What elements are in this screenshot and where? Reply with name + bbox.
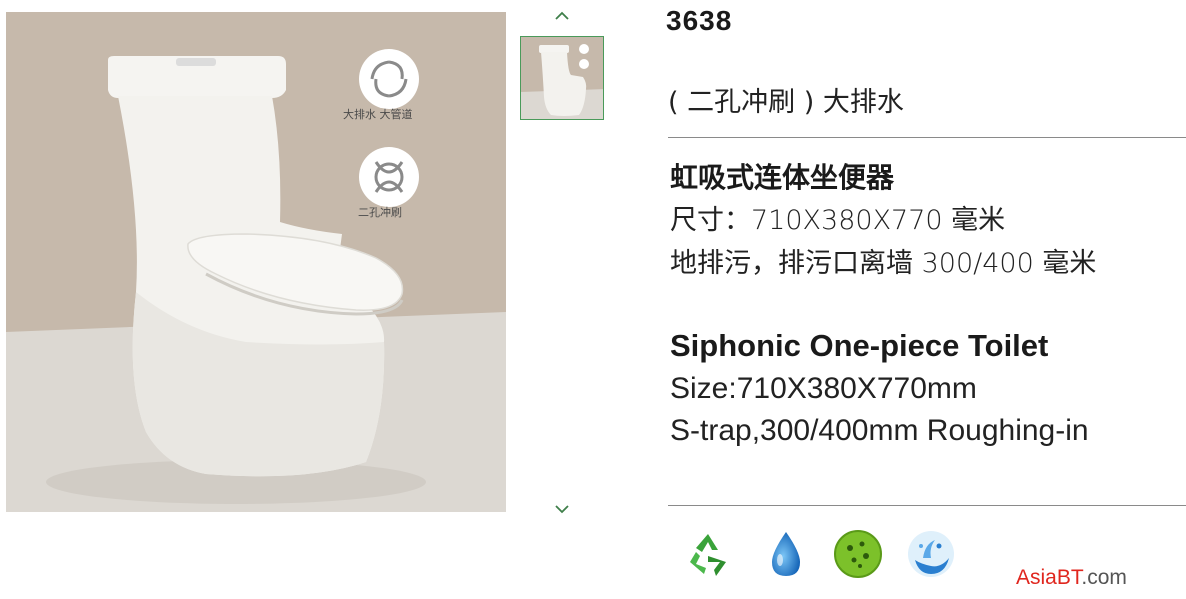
product-title-en: Siphonic One-piece Toilet [670,328,1049,363]
badge-dual-flush-caption: 二孔冲刷 [358,206,402,219]
chevron-up-icon [555,11,569,20]
gallery-down-button[interactable] [552,502,572,516]
size-cn: 尺寸：710X380X770 毫米 [670,205,1006,236]
model-number: 3638 [666,5,733,36]
divider-top [668,137,1186,138]
gallery-thumbnail[interactable] [520,36,604,120]
chevron-down-icon [555,505,569,514]
product-subtitle: ( 二孔冲刷 ) 大排水 [668,87,904,118]
toilet-illustration [6,12,506,512]
water-drop-icon [772,532,800,576]
badge-large-drain-caption: 大排水 大管道 [343,108,413,121]
thumbnail-image [521,37,603,119]
brand-logo[interactable]: AsiaBT.com [1016,566,1127,590]
gallery-up-button[interactable] [552,9,572,23]
trap-en: S-trap,300/400mm Roughing-in [670,414,1089,447]
brand-domain: .com [1081,566,1127,589]
product-title-cn: 虹吸式连体坐便器 [670,161,895,194]
size-en: Size:710X380X770mm [670,372,977,405]
divider-bottom [668,505,1186,506]
main-product-image: 大排水 大管道 二孔冲刷 [6,12,506,512]
recycle-icon [690,534,726,576]
antibacterial-icon [834,530,882,578]
water-splash-icon [908,531,954,577]
trap-cn: 地排污，排污口离墙 300/400 毫米 [670,248,1097,279]
brand-name: AsiaBT [1016,566,1082,589]
